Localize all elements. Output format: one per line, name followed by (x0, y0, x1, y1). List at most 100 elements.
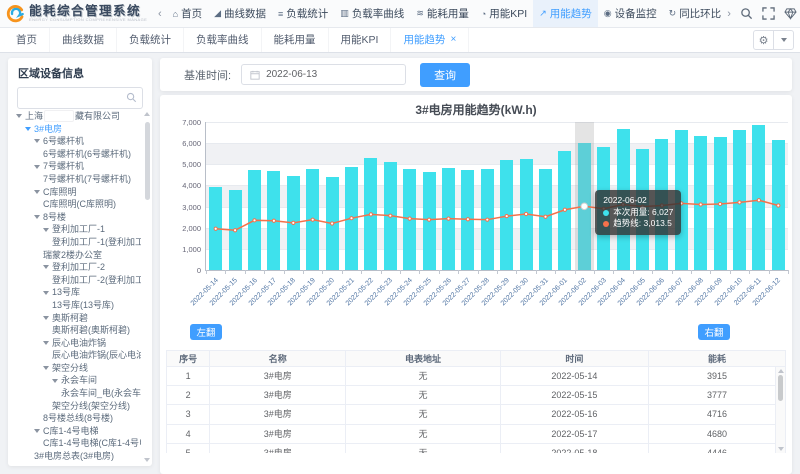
x-axis-label: 2022-06-02 (547, 277, 589, 319)
tree-node[interactable]: 辰心电油炸锅(辰心电油炸锅) (12, 349, 141, 362)
theme-gem-icon[interactable] (784, 7, 797, 20)
device-search-input[interactable] (17, 87, 143, 109)
tree-node[interactable]: 3#电房总表(3#电房) (12, 450, 141, 463)
search-icon[interactable] (740, 7, 753, 20)
nav-item-label: 同比环比 (679, 6, 721, 21)
table-cell: 3#电房 (210, 444, 346, 453)
axis-tick (730, 270, 731, 274)
base-date-input[interactable]: 2022-06-13 (241, 64, 406, 85)
scroll-down-icon[interactable] (144, 458, 150, 462)
tree-node[interactable]: 7号螺杆机 (12, 160, 141, 173)
tree-expand-icon[interactable] (34, 215, 40, 219)
scroll-thumb[interactable] (145, 122, 150, 200)
axis-tick (245, 270, 246, 274)
nav-collapse-icon[interactable]: ‹ (153, 8, 167, 20)
nav-item-monitor[interactable]: ◉设备监控 (598, 0, 663, 27)
fullscreen-icon[interactable] (762, 7, 775, 20)
tree-node[interactable]: 架空分线 (12, 362, 141, 375)
tree-expand-icon[interactable] (43, 228, 49, 232)
chevron-down-icon[interactable] (773, 31, 793, 49)
tree-node[interactable]: 架空分线(架空分线) (12, 400, 141, 413)
nav-item-kpi[interactable]: ◔用能KPI (475, 0, 533, 27)
line-point (466, 218, 469, 221)
axis-tick (769, 270, 770, 274)
tab-3[interactable]: 负载统计 (117, 27, 184, 52)
tab-5[interactable]: 能耗用量 (262, 27, 329, 52)
tree-expand-icon[interactable] (52, 379, 58, 383)
tree-node[interactable]: 3#电房 (12, 123, 141, 136)
scroll-thumb[interactable] (778, 375, 783, 401)
line-point (331, 222, 334, 225)
tree-node[interactable]: 6号螺杆机(6号螺杆机) (12, 148, 141, 161)
nav-item-compare[interactable]: ↻同比环比 (663, 0, 728, 27)
tree-expand-icon[interactable] (34, 190, 40, 194)
tree-node[interactable]: 永会车间_电(永会车间) (12, 387, 141, 400)
tree-expand-icon[interactable] (34, 139, 40, 143)
tree-expand-icon[interactable] (34, 429, 40, 433)
tree-node[interactable]: 登利加工厂-1(登利加工厂-1) (12, 236, 141, 249)
tree-node[interactable]: 13号库(13号库) (12, 299, 141, 312)
tree-expand-icon[interactable] (43, 341, 49, 345)
tree-node-label: 登利加工厂-2(登利加工厂-2) (52, 274, 141, 287)
nav-more-icon[interactable]: › (727, 8, 731, 20)
line-point (486, 218, 489, 221)
tab-7[interactable]: 用能趋势× (391, 27, 469, 52)
tree-node[interactable]: 8号楼总线(8号楼) (12, 412, 141, 425)
scroll-down-icon[interactable] (778, 447, 784, 451)
tab-4[interactable]: 负载率曲线 (184, 27, 262, 52)
x-axis-label: 2022-05-24 (372, 277, 414, 319)
page-right-button[interactable]: 右翻 (698, 324, 730, 340)
nav-item-curve[interactable]: ◢曲线数据 (208, 0, 272, 27)
tree-node[interactable]: 6号螺杆机 (12, 135, 141, 148)
tab-2[interactable]: 曲线数据 (50, 27, 117, 52)
tree-node[interactable]: 上海藏有限公司 (12, 110, 141, 123)
tree-expand-icon[interactable] (43, 265, 49, 269)
page-left-button[interactable]: 左翻 (190, 324, 222, 340)
query-button[interactable]: 查询 (420, 63, 470, 87)
tab-1[interactable]: 首页 (4, 27, 50, 52)
tree-node[interactable]: 登利加工厂-2 (12, 261, 141, 274)
redacted-text (44, 110, 74, 122)
settings-gear-icon[interactable]: ⚙ (754, 31, 773, 49)
axis-tick (710, 270, 711, 274)
tree-node[interactable]: 瑞蒙2楼办公室 (12, 249, 141, 262)
nav-item-list[interactable]: ≡负载统计 (272, 0, 334, 27)
tree-node[interactable]: C库1-4号电梯(C库1-4号电梯) (12, 437, 141, 450)
tree-expand-icon[interactable] (16, 114, 22, 118)
tree-expand-icon[interactable] (43, 291, 49, 295)
tree-node[interactable]: 13号库 (12, 286, 141, 299)
nav-item-home[interactable]: ⌂首页 (167, 0, 208, 27)
scroll-up-icon[interactable] (778, 369, 784, 373)
table-scrollbar[interactable] (775, 367, 785, 453)
tree-node[interactable]: 辰心电油炸锅 (12, 337, 141, 350)
tree-node[interactable]: 7号螺杆机(7号螺杆机) (12, 173, 141, 186)
tree-node[interactable]: C库照明(C库照明) (12, 198, 141, 211)
tree-expand-icon[interactable] (34, 165, 40, 169)
nav-item-trend[interactable]: ↗用能趋势 (533, 0, 598, 27)
line-point (408, 217, 411, 220)
nav-item-energy[interactable]: ≋能耗用量 (410, 0, 475, 27)
scroll-up-icon[interactable] (144, 112, 150, 116)
nav-item-bar[interactable]: ▥负载率曲线 (334, 0, 410, 27)
x-axis-label: 2022-05-15 (197, 277, 239, 319)
column-header: 时间 (501, 351, 649, 366)
tree-node[interactable]: 登利加工厂-2(登利加工厂-2) (12, 274, 141, 287)
sidebar-scrollbar[interactable] (143, 110, 151, 464)
tree-node[interactable]: 永会车间 (12, 374, 141, 387)
tab-6[interactable]: 用能KPI (329, 27, 392, 52)
tree-node-label: C库照明 (43, 186, 77, 199)
tree-expand-icon[interactable] (25, 127, 31, 131)
app-logo: 能耗综合管理系统 ENERGY CONSUMPTION COMPREHENSIV… (0, 4, 153, 23)
tree-node[interactable]: C库照明 (12, 186, 141, 199)
tree-node[interactable]: 8号楼 (12, 211, 141, 224)
tree-expand-icon[interactable] (43, 316, 49, 320)
tree-node[interactable]: 奥斯柯碧(奥斯柯碧) (12, 324, 141, 337)
tooltip-date: 2022-06-02 (603, 195, 673, 207)
tree-node[interactable]: 奥斯柯碧 (12, 312, 141, 325)
tree-node[interactable]: 登利加工厂-1 (12, 223, 141, 236)
tree-expand-icon[interactable] (43, 366, 49, 370)
tree-node[interactable]: C库1-4号电梯 (12, 425, 141, 438)
chart-title: 3#电房用能趋势(kW.h) (160, 101, 792, 118)
tab-close-icon[interactable]: × (450, 34, 456, 45)
line-point (777, 204, 780, 207)
